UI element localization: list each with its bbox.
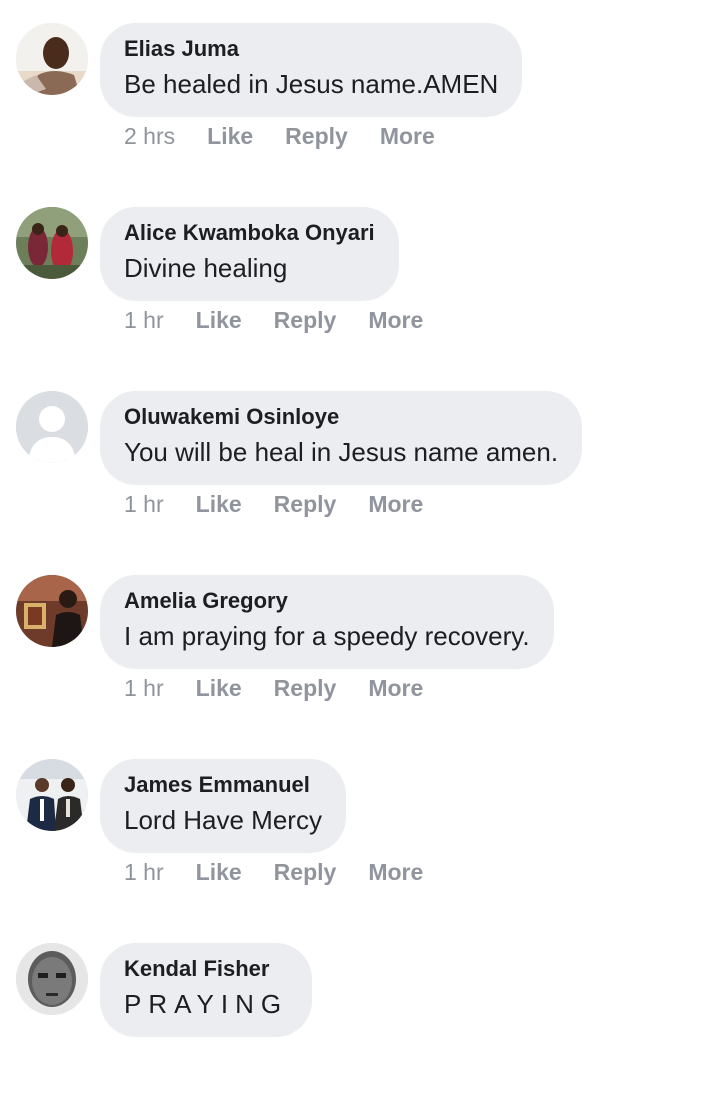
comment-timestamp[interactable]: 1 hr [124,491,164,518]
comment-author[interactable]: Alice Kwamboka Onyari [124,220,375,246]
comment-bubble: Alice Kwamboka Onyari Divine healing [100,207,399,301]
comment-timestamp[interactable]: 2 hrs [124,123,175,150]
comment-author[interactable]: James Emmanuel [124,772,322,798]
comment-timestamp[interactable]: 1 hr [124,307,164,334]
avatar[interactable] [16,207,88,279]
comment-author[interactable]: Elias Juma [124,36,498,62]
comment-text: I am praying for a speedy recovery. [124,621,530,651]
comment-author[interactable]: Oluwakemi Osinloye [124,404,558,430]
comment-text: Lord Have Mercy [124,805,322,835]
comment-bubble: Oluwakemi Osinloye You will be heal in J… [100,391,583,485]
avatar[interactable] [16,943,88,1015]
comment: Amelia Gregory I am praying for a speedy… [0,552,720,736]
comment-author[interactable]: Amelia Gregory [124,588,530,614]
comment-text: You will be heal in Jesus name amen. [124,437,559,467]
comment-actions: 1 hr Like Reply More [124,486,455,522]
more-button[interactable]: More [380,123,435,150]
comment-timestamp[interactable]: 1 hr [124,675,164,702]
comment: Alice Kwamboka Onyari Divine healing 1 h… [0,184,720,368]
more-button[interactable]: More [368,675,423,702]
reply-button[interactable]: Reply [274,491,337,518]
comment-bubble: Amelia Gregory I am praying for a speedy… [100,575,554,669]
like-button[interactable]: Like [196,491,242,518]
avatar[interactable] [16,23,88,95]
reply-button[interactable]: Reply [274,307,337,334]
comment-author[interactable]: Kendal Fisher [124,956,288,982]
like-button[interactable]: Like [196,307,242,334]
more-button[interactable]: More [368,859,423,886]
comment-text: PRAYING [124,989,289,1019]
like-button[interactable]: Like [207,123,253,150]
comment-actions: 2 hrs Like Reply More [124,118,467,154]
like-button[interactable]: Like [196,675,242,702]
comment-text: Divine healing [124,253,288,283]
comment: Elias Juma Be healed in Jesus name.AMEN … [0,0,720,184]
comment-timestamp[interactable]: 1 hr [124,859,164,886]
comment-bubble: Kendal Fisher PRAYING [100,943,313,1037]
avatar[interactable] [16,391,88,463]
comment-text: Be healed in Jesus name.AMEN [124,69,499,99]
more-button[interactable]: More [368,307,423,334]
comment-actions: 1 hr Like Reply More [124,670,455,706]
comment: James Emmanuel Lord Have Mercy 1 hr Like… [0,736,720,920]
avatar[interactable] [16,575,88,647]
default-profile-silhouette-icon [16,391,88,463]
reply-button[interactable]: Reply [274,859,337,886]
comment-actions: 1 hr Like Reply More [124,854,455,890]
avatar[interactable] [16,759,88,831]
like-button[interactable]: Like [196,859,242,886]
more-button[interactable]: More [368,491,423,518]
comment-bubble: James Emmanuel Lord Have Mercy [100,759,346,853]
comment: Kendal Fisher PRAYING [0,920,720,1104]
comment-actions: 1 hr Like Reply More [124,302,455,338]
comment-bubble: Elias Juma Be healed in Jesus name.AMEN [100,23,523,117]
reply-button[interactable]: Reply [285,123,348,150]
reply-button[interactable]: Reply [274,675,337,702]
comment: Oluwakemi Osinloye You will be heal in J… [0,368,720,552]
